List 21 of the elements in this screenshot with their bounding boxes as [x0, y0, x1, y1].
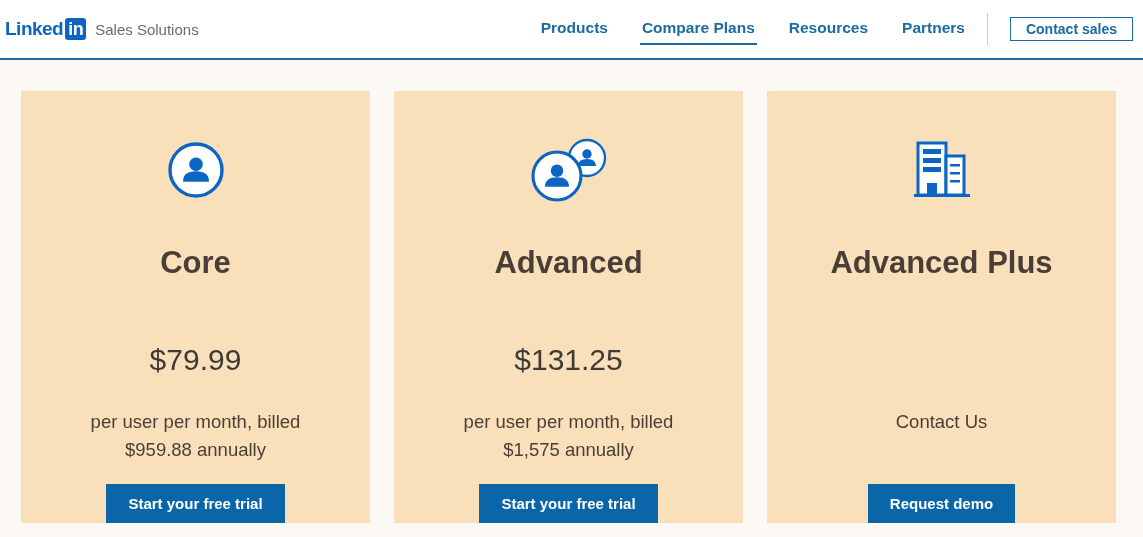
plan-name: Core	[160, 244, 231, 282]
nav-tab[interactable]: Products	[538, 13, 610, 45]
contact-sales-button[interactable]: Contact sales	[1009, 17, 1133, 41]
plan-price: $131.25	[514, 342, 623, 378]
plan-price: $79.99	[149, 342, 242, 378]
person-icon	[165, 140, 226, 200]
plan-description: per user per month, billed $959.88 annually	[90, 410, 301, 462]
nav-tab[interactable]: Compare Plans	[639, 13, 757, 45]
people-icon	[528, 138, 609, 202]
plan-description: per user per month, billed $1,575 annually	[463, 410, 674, 462]
plan-button[interactable]: Start your free trial	[106, 484, 285, 523]
product-name: Sales Solutions	[95, 20, 199, 38]
plan-name: Advanced	[494, 244, 643, 282]
linkedin-logo[interactable]: Linked in	[5, 18, 87, 40]
nav-tab[interactable]: Partners	[900, 13, 967, 45]
building-icon	[911, 140, 972, 200]
plan-name: Advanced Plus	[830, 244, 1053, 282]
plan-description: Contact Us	[895, 410, 988, 434]
plan-button[interactable]: Start your free trial	[479, 484, 658, 523]
plan-button[interactable]: Request demo	[867, 484, 1016, 523]
nav-tab[interactable]: Resources	[786, 13, 871, 45]
